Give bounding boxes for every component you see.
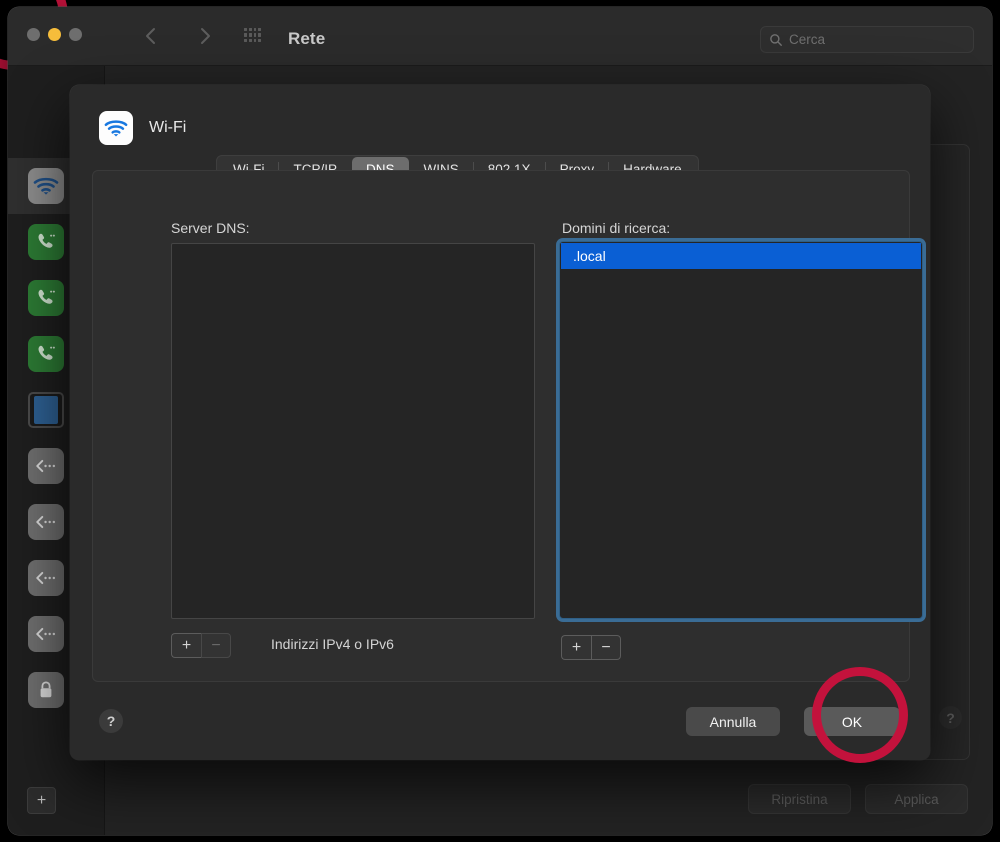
zoom-button[interactable] <box>69 28 82 41</box>
all-preferences-grid-icon[interactable] <box>244 28 261 42</box>
traffic-light-group <box>27 28 82 41</box>
page-title: Rete <box>288 29 326 48</box>
remove-dns-server-button[interactable]: − <box>201 633 231 658</box>
wifi-icon <box>99 111 133 145</box>
dns-servers-label: Server DNS: <box>171 220 250 236</box>
add-search-domain-button[interactable]: + <box>561 635 591 660</box>
ok-button[interactable]: OK <box>804 707 900 736</box>
iphone-icon <box>28 392 64 428</box>
vpn-icon <box>28 504 64 540</box>
revert-button[interactable]: Ripristina <box>748 784 851 814</box>
dns-address-hint: Indirizzi IPv4 o IPv6 <box>271 636 394 652</box>
search-domains-list[interactable]: .local <box>559 241 923 619</box>
wifi-icon <box>28 168 64 204</box>
close-button[interactable] <box>27 28 40 41</box>
back-button[interactable] <box>140 25 162 47</box>
chevron-left-icon <box>146 28 155 44</box>
sheet-header: Wi-Fi <box>99 111 186 145</box>
add-dns-server-button[interactable]: + <box>171 633 201 658</box>
screen: Rete Cerca + ? Ripristina Applica Wi-Fi … <box>0 0 1000 842</box>
search-field[interactable]: Cerca <box>760 26 974 53</box>
window-titlebar: Rete Cerca <box>8 7 992 66</box>
window-help-button[interactable]: ? <box>939 706 962 729</box>
search-domains-label: Domini di ricerca: <box>562 220 671 236</box>
add-service-button[interactable]: + <box>27 787 56 814</box>
window-action-buttons: Ripristina Applica <box>748 784 968 814</box>
remove-search-domain-button[interactable]: − <box>591 635 621 660</box>
apply-button[interactable]: Applica <box>865 784 968 814</box>
forward-button[interactable] <box>194 25 216 47</box>
vpn-icon <box>28 560 64 596</box>
minimize-button[interactable] <box>48 28 61 41</box>
wifi-advanced-sheet: Wi-Fi Wi-Fi TCP/IP DNS WINS 802.1X Proxy… <box>70 85 930 760</box>
sheet-action-buttons: Annulla OK <box>686 707 900 736</box>
list-item[interactable]: .local <box>561 243 921 269</box>
modem-icon <box>28 224 64 260</box>
vpn-icon <box>28 616 64 652</box>
sheet-title: Wi-Fi <box>149 119 187 136</box>
modem-icon <box>28 280 64 316</box>
sheet-help-button[interactable]: ? <box>99 709 123 733</box>
vpn-icon <box>28 448 64 484</box>
lock-icon <box>28 672 64 708</box>
search-domains-stepper: + − <box>561 635 621 660</box>
chevron-right-icon <box>201 28 210 44</box>
cancel-button[interactable]: Annulla <box>686 707 780 736</box>
search-icon <box>770 33 782 46</box>
dns-servers-stepper: + − <box>171 633 231 658</box>
search-input[interactable]: Cerca <box>789 32 825 47</box>
dns-servers-list[interactable] <box>171 243 535 619</box>
iphone-screen <box>34 396 58 424</box>
modem-icon <box>28 336 64 372</box>
